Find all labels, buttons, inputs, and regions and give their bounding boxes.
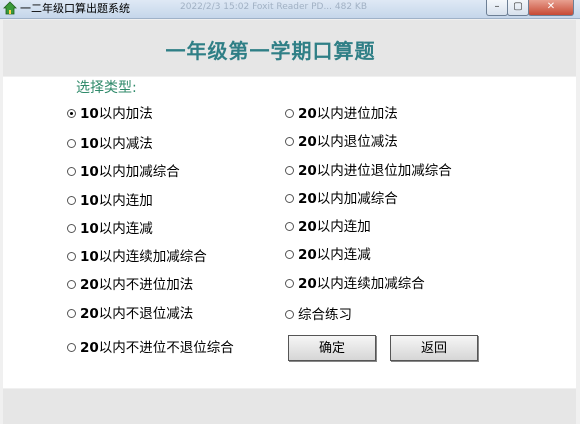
option-number: 20 bbox=[298, 191, 317, 207]
option-label: 以内连续加减综合 bbox=[98, 249, 207, 265]
minimize-icon: – bbox=[494, 1, 500, 12]
radio-option[interactable]: 10以内连加 bbox=[67, 192, 153, 210]
radio-option[interactable]: 综合练习 bbox=[285, 306, 352, 324]
radio-empty-icon[interactable] bbox=[67, 251, 76, 261]
option-label: 以内进位退位加减综合 bbox=[316, 163, 452, 179]
option-number: 10 bbox=[80, 106, 99, 122]
option-number: 10 bbox=[80, 164, 99, 180]
option-label: 以内进位加法 bbox=[316, 106, 398, 122]
option-label: 以内不进位加法 bbox=[98, 277, 194, 293]
option-number: 20 bbox=[298, 276, 317, 292]
radio-empty-icon[interactable] bbox=[285, 278, 294, 288]
option-number: 20 bbox=[298, 219, 317, 235]
option-label: 以内连续加减综合 bbox=[316, 276, 425, 292]
radio-option[interactable]: 20以内进位退位加减综合 bbox=[285, 162, 452, 180]
radio-option[interactable]: 20以内连减 bbox=[285, 246, 371, 264]
radio-option[interactable]: 20以内不退位减法 bbox=[67, 305, 193, 323]
radio-option[interactable]: 10以内加减综合 bbox=[67, 163, 180, 181]
radio-empty-icon[interactable] bbox=[285, 108, 294, 118]
option-number: 20 bbox=[80, 306, 99, 322]
option-label: 综合练习 bbox=[298, 307, 352, 323]
radio-option[interactable]: 10以内加法 bbox=[67, 105, 153, 123]
radio-empty-icon[interactable] bbox=[67, 308, 76, 318]
radio-empty-icon[interactable] bbox=[285, 136, 294, 146]
radio-empty-icon[interactable] bbox=[67, 166, 76, 176]
radio-empty-icon[interactable] bbox=[285, 165, 294, 175]
radio-empty-icon[interactable] bbox=[285, 309, 294, 319]
option-number: 20 bbox=[80, 340, 99, 356]
option-label: 以内加减综合 bbox=[316, 191, 398, 207]
radio-option[interactable]: 20以内不进位加法 bbox=[67, 276, 193, 294]
radio-empty-icon[interactable] bbox=[67, 195, 76, 205]
close-button[interactable]: ✕ bbox=[528, 0, 574, 16]
option-number: 20 bbox=[298, 163, 317, 179]
minimize-button[interactable]: – bbox=[486, 0, 508, 16]
house-app-icon bbox=[3, 1, 17, 15]
option-label: 以内加法 bbox=[98, 106, 153, 122]
option-label: 以内加减综合 bbox=[98, 164, 180, 180]
option-number: 10 bbox=[80, 193, 99, 209]
page-title: 一年级第一学期口算题 bbox=[165, 39, 376, 63]
close-icon: ✕ bbox=[546, 1, 556, 12]
radio-option[interactable]: 10以内减法 bbox=[67, 135, 153, 153]
option-number: 10 bbox=[80, 136, 99, 152]
radio-option[interactable]: 20以内不进位不退位综合 bbox=[67, 339, 234, 357]
option-number: 20 bbox=[298, 247, 317, 263]
option-label: 以内退位减法 bbox=[316, 134, 398, 150]
radio-option[interactable]: 20以内连加 bbox=[285, 218, 371, 236]
maximize-button[interactable]: ▢ bbox=[507, 0, 529, 16]
radio-empty-icon[interactable] bbox=[67, 138, 76, 148]
option-number: 20 bbox=[80, 277, 99, 293]
option-number: 20 bbox=[298, 134, 317, 150]
option-label: 以内不进位不退位综合 bbox=[98, 340, 234, 356]
confirm-button[interactable]: 确定 bbox=[288, 335, 376, 361]
option-label: 以内连减 bbox=[98, 221, 153, 237]
radio-option[interactable]: 20以内连续加减综合 bbox=[285, 275, 425, 293]
radio-empty-icon[interactable] bbox=[67, 342, 76, 352]
option-label: 以内不退位减法 bbox=[98, 306, 194, 322]
option-label: 以内减法 bbox=[98, 136, 153, 152]
title-bar: 一二年级口算出题系统 2022/2/3 15:02 Foxit Reader P… bbox=[0, 0, 580, 19]
option-number: 10 bbox=[80, 221, 99, 237]
background-taskbar-text: 2022/2/3 15:02 Foxit Reader PD... 482 KB bbox=[180, 2, 368, 12]
header-band: 一年级第一学期口算题 bbox=[3, 20, 576, 76]
maximize-icon: ▢ bbox=[513, 1, 523, 12]
radio-option[interactable]: 20以内退位减法 bbox=[285, 133, 398, 151]
radio-empty-icon[interactable] bbox=[285, 193, 294, 203]
status-strip bbox=[3, 389, 576, 424]
radio-option[interactable]: 20以内加减综合 bbox=[285, 190, 398, 208]
radio-option[interactable]: 20以内进位加法 bbox=[285, 105, 398, 123]
radio-empty-icon[interactable] bbox=[285, 249, 294, 259]
option-label: 以内连加 bbox=[316, 219, 371, 235]
option-label: 以内连加 bbox=[98, 193, 153, 209]
radio-selected-icon[interactable] bbox=[67, 108, 76, 118]
radio-empty-icon[interactable] bbox=[67, 223, 76, 233]
radio-option[interactable]: 10以内连减 bbox=[67, 220, 153, 238]
back-button[interactable]: 返回 bbox=[390, 335, 478, 361]
section-label: 选择类型: bbox=[76, 80, 137, 96]
options-panel: 选择类型: 确定 返回 10以内加法 10以内减法 10以内加减综合 10以内连加 10… bbox=[3, 77, 576, 388]
option-number: 20 bbox=[298, 106, 317, 122]
radio-empty-icon[interactable] bbox=[285, 221, 294, 231]
option-number: 10 bbox=[80, 249, 99, 265]
radio-empty-icon[interactable] bbox=[67, 279, 76, 289]
window-title: 一二年级口算出题系统 bbox=[20, 2, 130, 15]
radio-option[interactable]: 10以内连续加减综合 bbox=[67, 248, 207, 266]
option-label: 以内连减 bbox=[316, 247, 371, 263]
